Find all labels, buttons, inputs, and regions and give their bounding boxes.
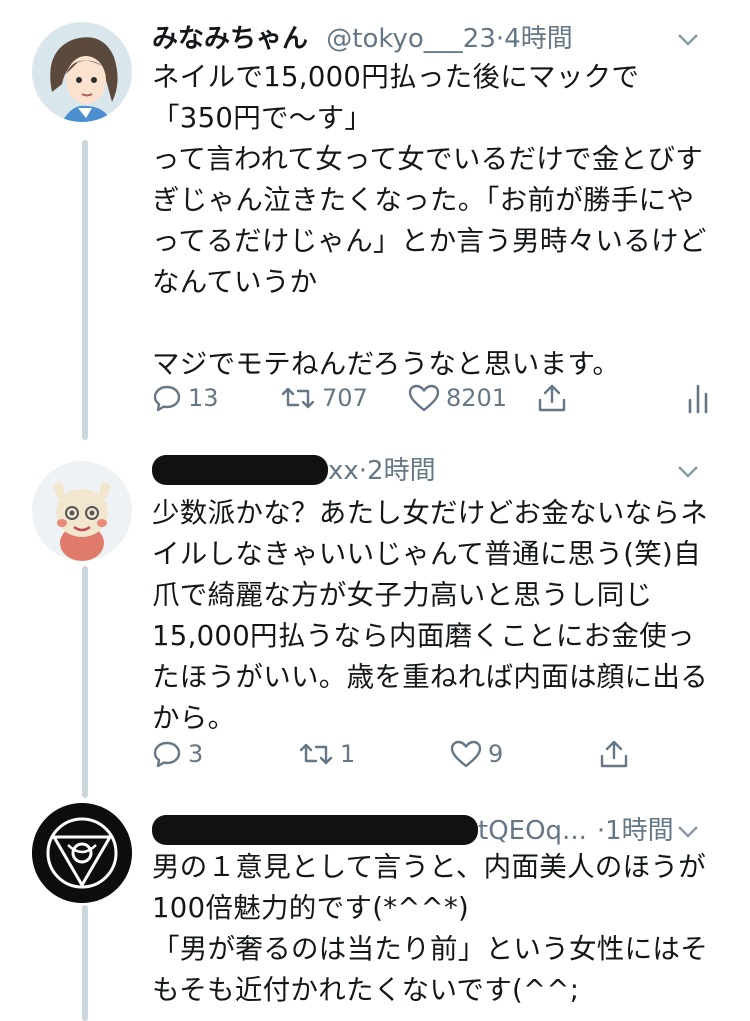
retweet-button[interactable]: 707 bbox=[280, 378, 368, 418]
tweet-line: ぎじゃん泣きたくなった。「お前が勝手にや bbox=[152, 184, 695, 216]
chevron-down-icon[interactable] bbox=[676, 453, 700, 489]
tweet-line: 爪で綺麗な方が女子力高いと思うし同じ bbox=[152, 579, 653, 611]
like-count: 9 bbox=[488, 740, 504, 768]
share-button[interactable] bbox=[598, 734, 630, 774]
retweet-count: 1 bbox=[340, 740, 356, 768]
tweet-line: 「350円で〜す」 bbox=[152, 102, 373, 134]
retweet-icon bbox=[281, 387, 315, 409]
tweet-line: から。 bbox=[152, 702, 236, 734]
like-count: 8201 bbox=[446, 384, 508, 412]
display-name[interactable]: みなみちゃん bbox=[152, 24, 308, 54]
tweet-line: ネイルで15,000円払った後にマックで bbox=[152, 61, 640, 93]
like-button[interactable]: 9 bbox=[450, 734, 503, 774]
user-handle[interactable]: @tokyo___23 bbox=[326, 24, 496, 54]
tweet-actions: 3 1 9 bbox=[152, 734, 722, 774]
tweet-line bbox=[152, 303, 732, 344]
share-icon bbox=[600, 740, 628, 768]
tweet-text: 少数派かな？あたし女だけどお金ないならネ イルしなきゃいいじゃんて普通に思う(笑… bbox=[152, 493, 732, 739]
tweet-actions: 13 707 8201 bbox=[152, 378, 722, 418]
separator: · bbox=[358, 456, 368, 486]
analytics-button[interactable] bbox=[686, 378, 712, 418]
tweet-line: って言われて女って女でいるだけで金とびす bbox=[152, 143, 704, 175]
tweet-line: たほうがいい。歳を重ねれば内面は顔に出る bbox=[152, 661, 708, 693]
like-icon bbox=[450, 740, 482, 768]
tweet-text: 男の１意見として言うと、内面美人のほうが 100倍魅力的です(*^^*) 「男が… bbox=[152, 847, 732, 1011]
reply-button[interactable]: 3 bbox=[152, 734, 203, 774]
retweet-button[interactable]: 1 bbox=[298, 734, 355, 774]
avatar[interactable] bbox=[32, 803, 132, 903]
avatar[interactable] bbox=[32, 461, 132, 561]
user-handle[interactable]: tQEOq... bbox=[478, 816, 587, 846]
tweet-line: 「男が奢るのは当たり前」という女性にはそ bbox=[152, 933, 708, 965]
tweet-line: 少数派かな？あたし女だけどお金ないならネ bbox=[152, 497, 708, 529]
avatar[interactable] bbox=[32, 22, 132, 122]
tweet[interactable]: xx·2時間 少数派かな？あたし女だけどお金ないならネ イルしなきゃいいじゃんて… bbox=[0, 446, 750, 796]
tweet-line: 15,000円払うなら内面磨くことにお金使っ bbox=[152, 620, 695, 652]
tweet-header: みなみちゃん @tokyo___23·4時間 bbox=[152, 21, 730, 57]
tweet-header: xx·2時間 bbox=[152, 453, 730, 489]
user-handle[interactable]: xx bbox=[328, 456, 359, 486]
timestamp[interactable]: 1時間 bbox=[605, 816, 674, 846]
analytics-icon bbox=[688, 384, 708, 414]
tweet[interactable]: みなみちゃん @tokyo___23·4時間 ネイルで15,000円払った後にマ… bbox=[0, 0, 750, 440]
tweet[interactable]: tQEOq... ·1時間 男の１意見として言うと、内面美人のほうが 100倍魅力… bbox=[0, 800, 750, 1021]
retweet-count: 707 bbox=[322, 384, 368, 412]
share-button[interactable] bbox=[536, 378, 568, 418]
chevron-down-icon[interactable] bbox=[676, 813, 700, 849]
tweet-line: なんていうか bbox=[152, 266, 318, 298]
tweet-text: ネイルで15,000円払った後にマックで 「350円で〜す」 って言われて女って… bbox=[152, 57, 732, 385]
tweet-header: tQEOq... ·1時間 bbox=[152, 813, 730, 849]
tweet-line: イルしなきゃいいじゃんて普通に思う(笑)自 bbox=[152, 538, 701, 570]
chevron-down-icon[interactable] bbox=[676, 21, 700, 57]
reply-icon bbox=[153, 385, 181, 412]
redacted-username bbox=[152, 814, 478, 845]
like-button[interactable]: 8201 bbox=[408, 378, 507, 418]
separator: · bbox=[596, 816, 606, 846]
reply-icon bbox=[153, 741, 181, 768]
reply-count: 13 bbox=[188, 384, 219, 412]
redacted-username bbox=[152, 454, 328, 485]
timestamp[interactable]: 4時間 bbox=[504, 24, 573, 54]
retweet-icon bbox=[299, 743, 333, 765]
tweet-line: ってるだけじゃん」とか言う男時々いるけど bbox=[152, 225, 707, 257]
tweet-line: 100倍魅力的です(*^^*) bbox=[152, 892, 470, 924]
tweet-line: もそも近付かれたくないです(^^; bbox=[152, 974, 580, 1006]
reply-count: 3 bbox=[188, 740, 204, 768]
tweet-line: 男の１意見として言うと、内面美人のほうが bbox=[152, 851, 707, 883]
separator: · bbox=[495, 24, 505, 54]
share-icon bbox=[538, 384, 566, 412]
timestamp[interactable]: 2時間 bbox=[367, 456, 436, 486]
reply-button[interactable]: 13 bbox=[152, 378, 219, 418]
like-icon bbox=[408, 384, 440, 412]
